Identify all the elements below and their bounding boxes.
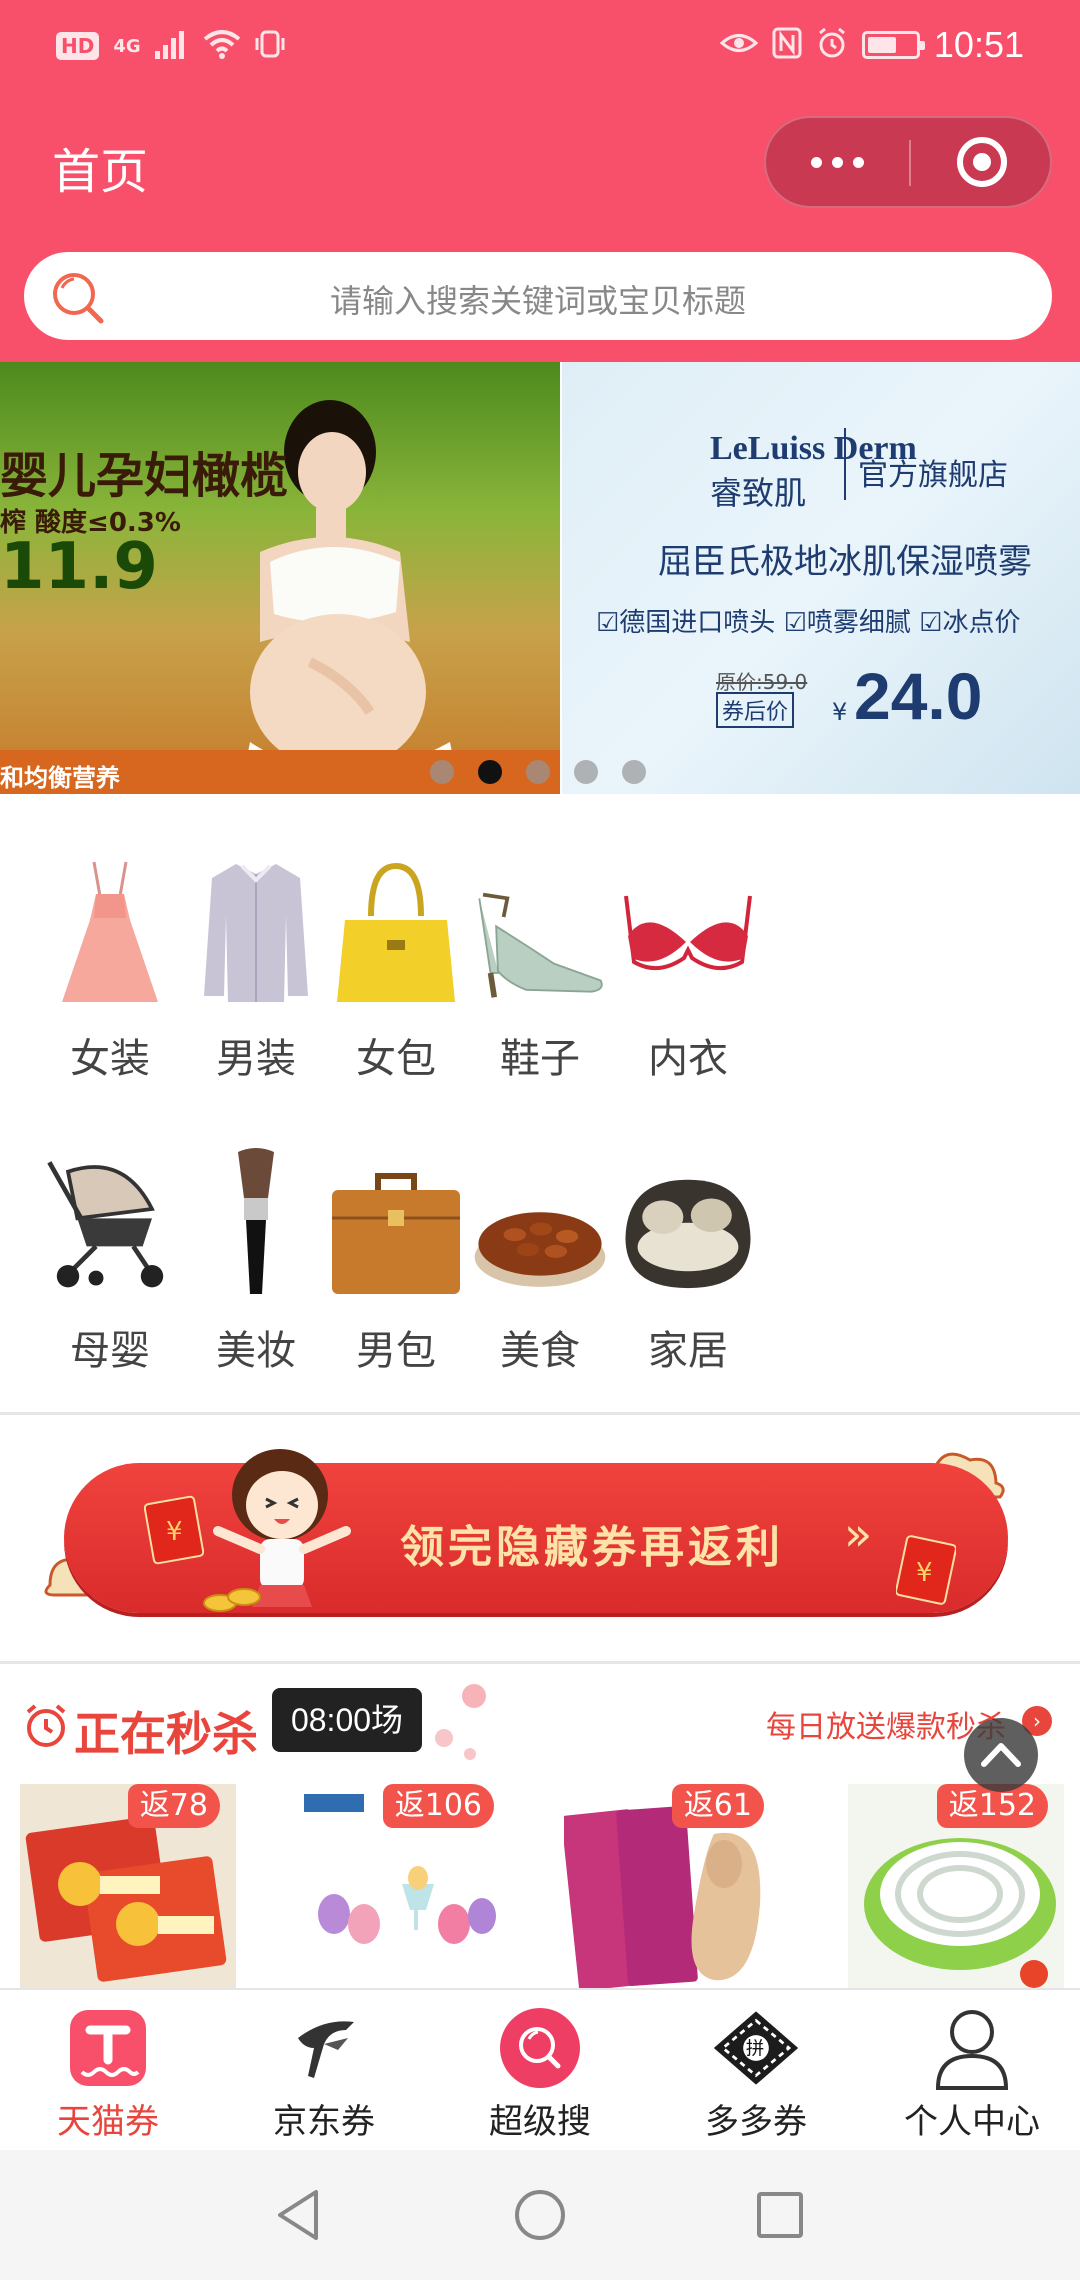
product-name: 屈臣氏极地冰肌保湿喷雾: [658, 542, 1032, 582]
red-envelope-icon: ¥: [896, 1535, 956, 1605]
tab-label: 天猫券: [57, 2102, 159, 2142]
more-button[interactable]: [766, 118, 909, 206]
rebate-badge: 返61: [671, 1784, 764, 1828]
carousel-dot[interactable]: [574, 760, 598, 784]
svg-text:¥: ¥: [916, 1558, 933, 1588]
tab-item[interactable]: 超级搜: [432, 1990, 648, 2150]
promo-chevron-icon: »: [844, 1507, 873, 1561]
recents-square-icon: [757, 2192, 803, 2238]
alarm-clock-icon: [22, 1702, 70, 1754]
banner-price: 11.9: [0, 530, 158, 604]
bottom-tab-bar: 天猫券 京东券 超级搜拼多多券 个人中心: [0, 1988, 1080, 2150]
user-icon: [928, 2004, 1016, 2092]
carousel-dot[interactable]: [478, 760, 502, 784]
coupon-price: 24.0: [854, 659, 983, 733]
dot-icon: [853, 156, 864, 168]
tab-item[interactable]: 个人中心: [864, 1990, 1080, 2150]
gold-coins-icon: [203, 1588, 261, 1612]
mini-program-capsule: [764, 116, 1052, 208]
tmall-icon: [64, 2004, 152, 2092]
svg-text:¥: ¥: [166, 1517, 183, 1547]
tab-label: 多多券: [705, 2102, 807, 2142]
banner-footer-text: 和均衡营养: [0, 764, 120, 792]
search-placeholder: 请输入搜索关键词或宝贝标题: [329, 282, 746, 320]
banner-slide-olive-oil[interactable]: 婴儿孕妇橄榄 榨 酸度≤0.3% 11.9 和均衡营养: [0, 362, 560, 794]
category-item[interactable]: 家居: [580, 1086, 796, 1374]
tab-label: 超级搜: [489, 2102, 591, 2142]
brand-logo-cn: 睿致肌: [710, 474, 807, 512]
header-area: HD 4G 10:51 首页 请输入搜索关键词或宝贝标题: [0, 0, 1080, 362]
category-label: 内衣: [648, 1036, 728, 1082]
back-button[interactable]: [264, 2180, 334, 2250]
tab-label: 个人中心: [904, 2102, 1040, 2142]
battery-icon: [861, 31, 925, 59]
jd-icon: [280, 2004, 368, 2092]
rebate-badge: 返78: [127, 1784, 220, 1828]
home-button[interactable]: [505, 2180, 575, 2250]
target-close-icon: [956, 137, 1007, 187]
system-navigation-bar: [0, 2150, 1080, 2280]
eye-comfort-icon: [719, 28, 759, 62]
home-circle-icon: [515, 2190, 565, 2240]
status-bar: HD 4G 10:51: [0, 0, 1080, 90]
search-input[interactable]: 请输入搜索关键词或宝贝标题: [24, 252, 1052, 340]
store-label: 官方旗舰店: [858, 458, 1008, 493]
red-envelope-icon: ¥: [144, 1495, 204, 1565]
signal-icon: [154, 29, 189, 63]
flash-sale-item[interactable]: 返61: [561, 1784, 780, 1988]
super-search-icon: [496, 2004, 584, 2092]
flash-sale-item[interactable]: 返106: [294, 1784, 510, 1988]
alarm-icon: [816, 27, 848, 63]
back-to-top-button[interactable]: [964, 1718, 1038, 1792]
category-label: 家居: [648, 1328, 728, 1374]
rebate-badge: 返106: [382, 1784, 494, 1828]
flash-sale-item[interactable]: 返152: [848, 1784, 1064, 1988]
tab-item[interactable]: 拼多多券: [648, 1990, 864, 2150]
banner-slide-spray[interactable]: LeLuiss Derm 睿致肌 官方旗舰店 屈臣氏极地冰肌保湿喷雾 ☑德国进口…: [562, 362, 1080, 794]
currency-symbol: ¥: [832, 698, 848, 726]
network-label: 4G: [113, 35, 141, 57]
bra-icon: [618, 856, 758, 1006]
rattan-chair-icon: [618, 1148, 758, 1298]
carousel-dot[interactable]: [526, 760, 550, 784]
back-triangle-icon: [278, 2190, 318, 2240]
product-features: ☑德国进口喷头 ☑喷雾细腻 ☑冰点价: [596, 608, 1021, 638]
tab-item[interactable]: 天猫券: [0, 1990, 216, 2150]
banner-headline: 婴儿孕妇橄榄: [0, 448, 289, 504]
after-coupon-label: 券后价: [716, 692, 795, 728]
promo-text: 领完隐藏券再返利: [400, 1522, 784, 1573]
flash-sale-item[interactable]: 返78: [20, 1784, 236, 1988]
flash-sale-slot[interactable]: 08:00场: [272, 1688, 422, 1752]
recents-button[interactable]: [745, 2180, 815, 2250]
hd-badge: HD: [56, 32, 100, 60]
category-grid: 女装 男装 女包 鞋子 内衣 母婴 美妆 男包 美食 家居: [0, 794, 1080, 1412]
close-mini-program-button[interactable]: [911, 118, 1052, 206]
original-price: 原价:59.0: [716, 670, 808, 694]
status-time: 10:51: [933, 24, 1024, 65]
status-right: 10:51: [719, 22, 1024, 68]
carousel-dot[interactable]: [622, 760, 646, 784]
category-item[interactable]: 内衣: [580, 794, 796, 1082]
banner-carousel[interactable]: 婴儿孕妇橄榄 榨 酸度≤0.3% 11.9 和均衡营养 LeLuiss Derm…: [0, 362, 1080, 794]
status-left: HD 4G: [56, 24, 285, 68]
dot-icon: [811, 156, 822, 168]
dot-icon: [832, 156, 843, 168]
brand-divider: [844, 428, 846, 500]
flash-sale-section: 正在秒杀 08:00场 每日放送爆款秒杀 › 返78 返106 返61 返152: [0, 1664, 1080, 1988]
chevron-up-icon: [981, 1743, 1021, 1767]
tab-item[interactable]: 京东券: [216, 1990, 432, 2150]
flash-sale-title: 正在秒杀: [74, 1707, 258, 1761]
wifi-icon: [203, 29, 241, 63]
vibrate-icon: [255, 28, 285, 64]
carousel-dot[interactable]: [430, 760, 454, 784]
pinduoduo-icon: 拼: [712, 2004, 800, 2092]
carousel-dots: [430, 760, 646, 784]
nfc-icon: [772, 27, 802, 63]
decorative-dots: [435, 1684, 486, 1760]
promo-banner[interactable]: ¥ 领完隐藏券再返利 » ¥: [0, 1415, 1080, 1661]
page-title: 首页: [52, 146, 149, 199]
svg-text:拼: 拼: [746, 2038, 764, 2059]
tab-label: 京东券: [273, 2102, 375, 2142]
